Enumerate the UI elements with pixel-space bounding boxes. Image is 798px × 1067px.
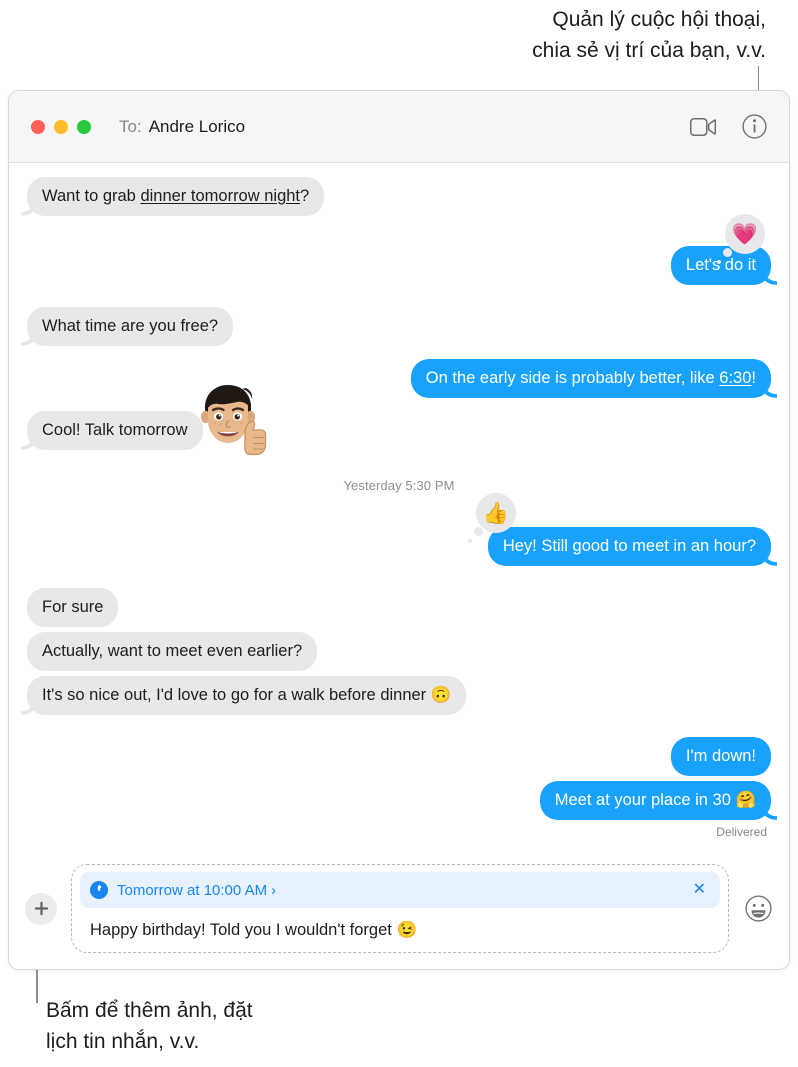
message-text-part: Want to grab	[42, 187, 141, 205]
tapback-thumbsup-icon[interactable]: 👍	[467, 493, 516, 543]
message-bubble-them[interactable]: Cool! Talk tomorrow	[27, 411, 203, 450]
message-text: Actually, want to meet even earlier?	[42, 642, 303, 660]
message-row: I'm down!	[27, 737, 771, 776]
message-text: Meet at your place in 30 🤗	[554, 791, 756, 809]
scheduled-send-label[interactable]: Tomorrow at 10:00 AM ›	[117, 882, 682, 899]
message-row: Cool! Talk tomorrow	[27, 385, 771, 456]
message-input-field[interactable]: Tomorrow at 10:00 AM › ✕ Happy birthday! …	[71, 864, 729, 953]
message-text: Cool! Talk tomorrow	[42, 421, 188, 439]
scheduled-send-banner[interactable]: Tomorrow at 10:00 AM › ✕	[80, 872, 720, 908]
message-text: For sure	[42, 598, 104, 616]
message-row: Hey! Still good to meet in an hour? 👍	[27, 493, 771, 566]
tapback-heart-icon[interactable]: 💗	[717, 214, 765, 264]
zoom-window-button[interactable]	[77, 119, 91, 134]
message-bubble-them[interactable]: For sure	[27, 588, 119, 627]
minimize-window-button[interactable]	[54, 119, 68, 134]
message-link[interactable]: 6:30	[719, 369, 751, 387]
facetime-video-icon[interactable]	[690, 117, 716, 136]
message-text: What time are you free?	[42, 317, 219, 335]
scheduled-send-time: Tomorrow at 10:00 AM	[117, 881, 268, 899]
recipient-field[interactable]: To: Andre Lorico	[119, 117, 245, 137]
message-bubble-me[interactable]: Let's do it 💗	[670, 214, 771, 285]
message-bubble-them[interactable]: What time are you free?	[27, 307, 234, 346]
window-titlebar: To: Andre Lorico	[9, 91, 789, 163]
message-text: Hey! Still good to meet in an hour?	[502, 537, 756, 555]
recipient-name: Andre Lorico	[148, 116, 246, 136]
message-bubble-them[interactable]: It's so nice out, I'd love to go for a w…	[27, 676, 467, 715]
to-label: To:	[119, 116, 142, 136]
titlebar-actions	[690, 114, 767, 139]
message-bubble-me[interactable]: I'm down!	[670, 737, 771, 776]
details-info-icon[interactable]	[742, 114, 767, 139]
message-row: It's so nice out, I'd love to go for a w…	[27, 676, 771, 715]
draft-message-text[interactable]: Happy birthday! Told you I wouldn't forg…	[80, 908, 720, 946]
message-text-part: ?	[300, 187, 310, 205]
message-text-part: On the early side is probably better, li…	[425, 369, 720, 387]
message-bubble-them[interactable]: Want to grab dinner tomorrow night?	[27, 177, 325, 216]
message-text-part: !	[751, 369, 756, 387]
delivery-status: Delivered	[716, 825, 767, 839]
emoji-picker-icon[interactable]	[743, 894, 773, 924]
message-bubble-them[interactable]: Actually, want to meet even earlier?	[27, 632, 318, 671]
chevron-right-icon: ›	[271, 881, 277, 899]
traffic-lights	[31, 119, 91, 134]
clock-icon	[90, 881, 108, 899]
message-row: Want to grab dinner tomorrow night?	[27, 177, 771, 216]
timestamp-divider: Yesterday 5:30 PM	[343, 478, 455, 493]
message-link[interactable]: dinner tomorrow night	[140, 187, 300, 205]
message-row: For sure	[27, 588, 771, 627]
message-bubble-me[interactable]: Meet at your place in 30 🤗	[539, 781, 771, 820]
conversation-thread[interactable]: Want to grab dinner tomorrow night? Let'…	[9, 163, 789, 854]
close-window-button[interactable]	[31, 119, 45, 134]
message-text: I'm down!	[685, 747, 756, 765]
callout-bottom-text: Bấm để thêm ảnh, đặt lịch tin nhắn, v.v.	[46, 999, 253, 1053]
screenshot-root: Quản lý cuộc hội thoại, chia sẻ vị trí c…	[0, 0, 798, 1067]
message-bubble-me[interactable]: On the early side is probably better, li…	[410, 359, 771, 398]
add-attachment-button[interactable]	[25, 892, 57, 925]
message-text: Let's do it	[685, 256, 756, 274]
message-row: What time are you free?	[27, 307, 771, 346]
message-bubble-me[interactable]: Hey! Still good to meet in an hour? 👍	[467, 493, 771, 566]
message-row: Meet at your place in 30 🤗	[27, 781, 771, 820]
close-icon[interactable]: ✕	[691, 882, 708, 898]
message-text: It's so nice out, I'd love to go for a w…	[42, 686, 452, 704]
message-composer: Tomorrow at 10:00 AM › ✕ Happy birthday! …	[9, 854, 789, 969]
message-row: Actually, want to meet even earlier?	[27, 632, 771, 671]
message-row: On the early side is probably better, li…	[27, 359, 771, 398]
message-row: Let's do it 💗	[27, 214, 771, 285]
messages-window: To: Andre Lorico Want to grab dinner tom…	[8, 90, 790, 970]
callout-top-text: Quản lý cuộc hội thoại, chia sẻ vị trí c…	[532, 8, 766, 62]
